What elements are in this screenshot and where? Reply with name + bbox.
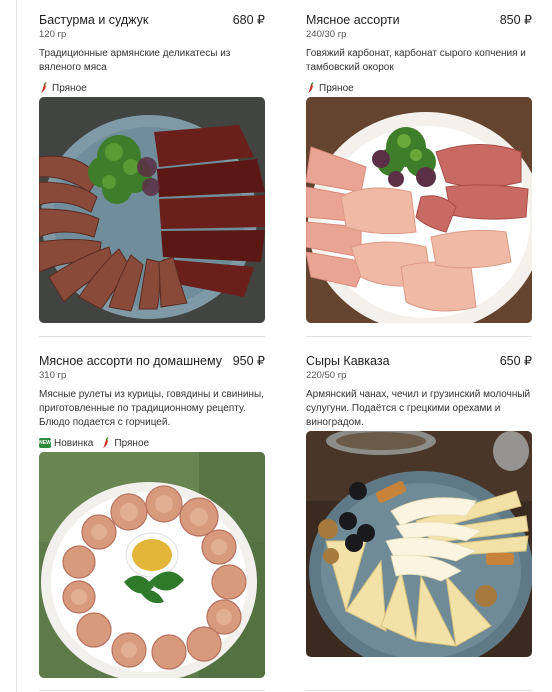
product-card-caucasus-cheeses[interactable]: Сыры Кавказа 650 ₽ 220/50 гр Армянский ч… — [306, 353, 532, 691]
product-photo[interactable] — [39, 97, 265, 323]
product-card-homestyle-platter[interactable]: Мясное ассорти по домашнему 950 ₽ 310 гр… — [39, 353, 265, 691]
product-title[interactable]: Мясное ассорти — [306, 12, 400, 28]
product-description: Традиционные армянские деликатесы из вял… — [39, 48, 231, 73]
product-photo[interactable] — [306, 97, 532, 323]
tag-label: Новинка — [54, 437, 94, 449]
product-weight: 220/50 гр — [306, 370, 347, 381]
product-card-basturma[interactable]: Бастурма и суджук 680 ₽ 120 гр Традицион… — [39, 12, 265, 337]
left-border — [16, 0, 17, 692]
tag-label: Пряное — [52, 82, 87, 94]
product-price: 680 ₽ — [232, 13, 265, 27]
tag-label: Пряное — [114, 437, 150, 449]
product-photo[interactable] — [39, 452, 265, 678]
product-price: 650 ₽ — [499, 354, 532, 368]
product-description: Мясные рулеты из курицы, говядины и свин… — [39, 389, 264, 428]
product-card-meat-platter[interactable]: Мясное ассорти 850 ₽ 240/30 гр Говяжий к… — [306, 12, 532, 337]
product-price: 950 ₽ — [232, 354, 265, 368]
chili-pepper-icon — [103, 437, 109, 448]
product-description: Говяжий карбонат, карбонат сырого копчен… — [306, 48, 526, 73]
card-divider — [306, 336, 532, 337]
product-tags: NEW Новинка Пряное — [39, 436, 265, 450]
card-divider — [306, 690, 532, 691]
chili-pepper-icon — [41, 82, 47, 93]
card-divider — [39, 336, 265, 337]
product-title[interactable]: Мясное ассорти по домашнему — [39, 353, 222, 369]
card-divider — [39, 690, 265, 691]
product-title[interactable]: Сыры Кавказа — [306, 353, 390, 369]
product-photo[interactable] — [306, 431, 532, 657]
tag-new: NEW Новинка — [39, 438, 93, 449]
product-description: Армянский чанах, чечил и грузинский моло… — [306, 389, 531, 428]
product-weight: 310 гр — [39, 370, 67, 381]
product-title[interactable]: Бастурма и суджук — [39, 12, 148, 28]
product-weight: 240/30 гр — [306, 29, 347, 40]
new-badge-icon: NEW — [39, 438, 51, 448]
tag-spicy: Пряное — [306, 82, 354, 94]
chili-pepper-icon — [308, 82, 314, 93]
product-weight: 120 гр — [39, 29, 67, 40]
tag-spicy: Пряное — [39, 82, 87, 94]
product-price: 850 ₽ — [499, 13, 532, 27]
tag-spicy: Пряное — [101, 437, 149, 449]
tag-label: Пряное — [319, 82, 354, 94]
product-tags: Пряное — [39, 81, 265, 95]
product-tags: Пряное — [306, 81, 532, 95]
